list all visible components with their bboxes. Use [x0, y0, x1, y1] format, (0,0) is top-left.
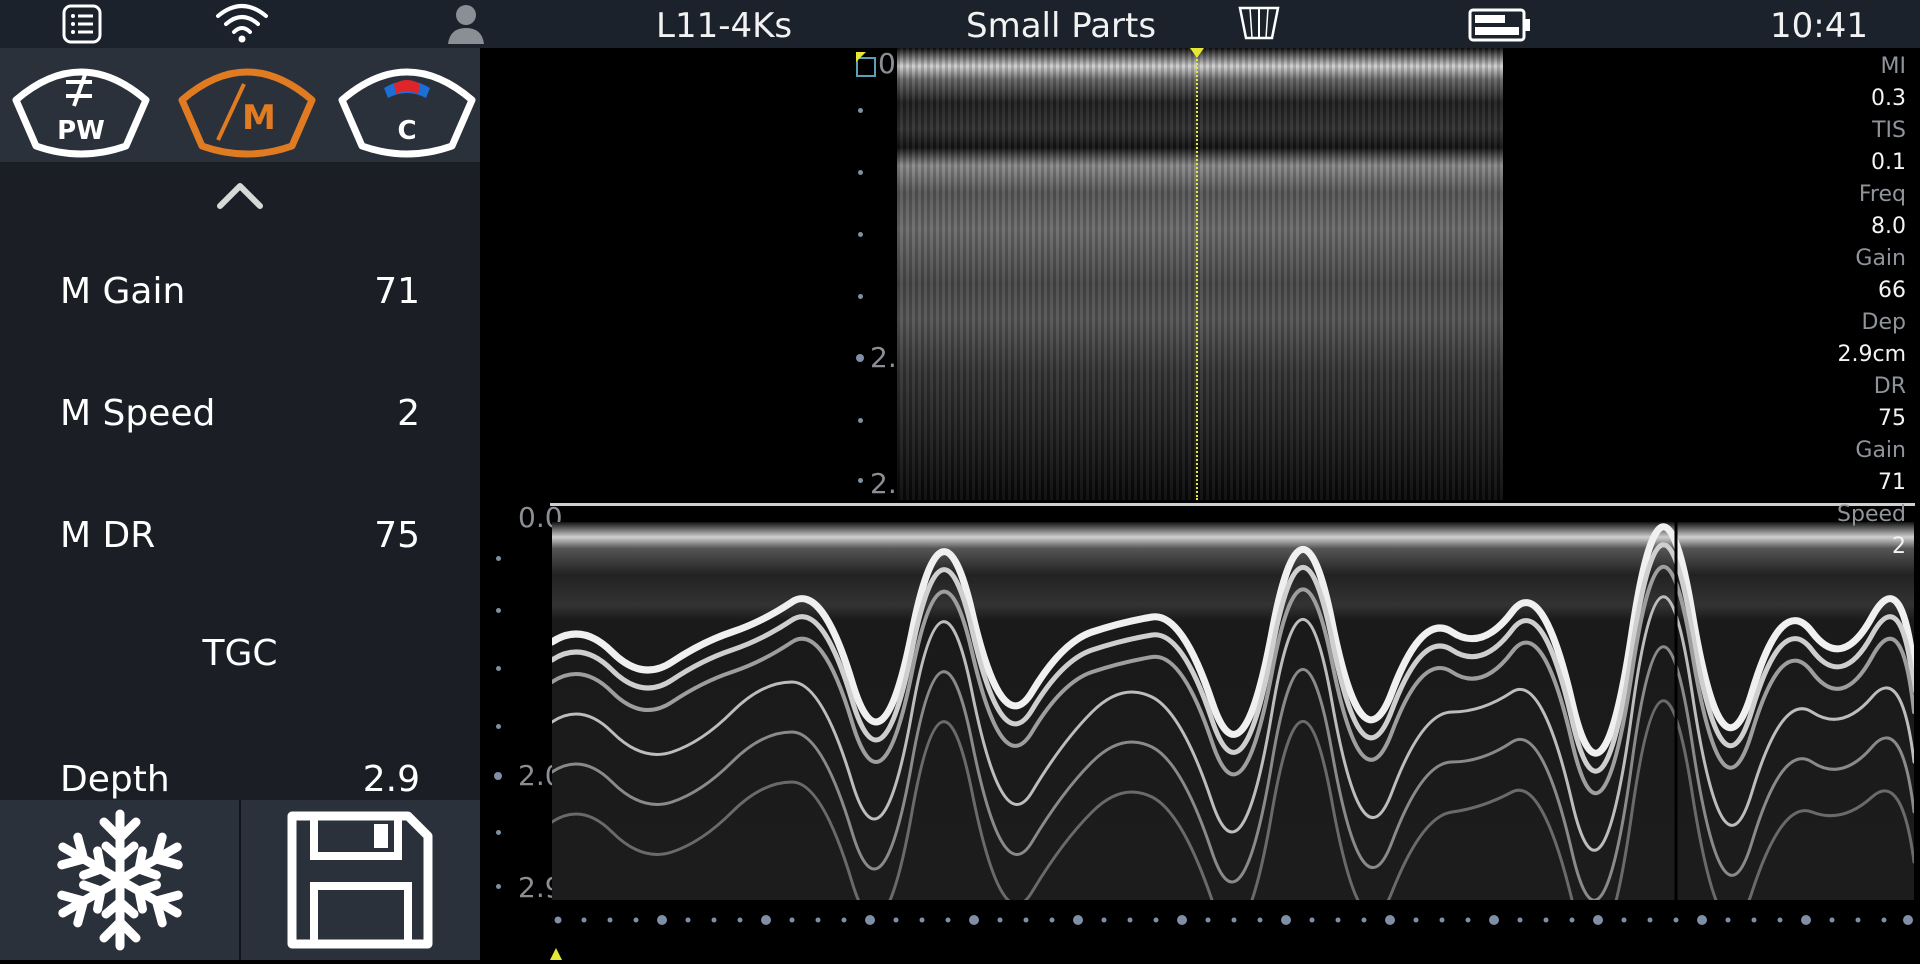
time-scale	[554, 915, 1913, 925]
mmode-scale-dot	[496, 724, 501, 729]
bmode-scale-dot	[858, 294, 863, 299]
status-bar: L11-4Ks Small Parts 10:41	[0, 0, 1920, 48]
action-divider	[239, 800, 241, 960]
freeze-button[interactable]	[0, 800, 238, 960]
tgc-label: TGC	[202, 633, 278, 674]
sweep-position-marker-icon	[550, 948, 562, 960]
mmode-trace[interactable]	[552, 522, 1914, 900]
readout-value: 71	[1878, 470, 1906, 495]
tgc-button[interactable]: TGC	[0, 612, 480, 692]
readout-value: 75	[1878, 406, 1906, 431]
bmode-mmode-divider	[550, 503, 1915, 506]
bmode-scale-dot	[858, 478, 863, 483]
param-value: 2.9	[362, 759, 420, 800]
param-label: Depth	[60, 759, 170, 800]
floppy-disk-icon	[287, 811, 433, 949]
parameter-panel: M Gain 71 M Speed 2 M DR 75 TGC Depth 2.…	[0, 162, 480, 800]
mmode-scale-dot	[494, 772, 502, 780]
chevron-up-icon	[217, 183, 263, 209]
param-m-gain[interactable]: M Gain 71	[0, 250, 480, 330]
battery-icon	[1468, 8, 1532, 46]
param-m-speed[interactable]: M Speed 2	[0, 372, 480, 452]
clock: 10:41	[1770, 6, 1868, 46]
user-icon[interactable]	[446, 2, 486, 48]
mmode-scale-dot	[496, 608, 501, 613]
param-value: 75	[374, 515, 420, 556]
menu-list-icon[interactable]	[62, 4, 102, 48]
readout-value: 2	[1892, 534, 1906, 559]
mmode-scale-dot	[496, 830, 501, 835]
readout-label: TIS	[1872, 118, 1906, 143]
snowflake-icon	[0, 809, 238, 960]
readout-value: 0.3	[1871, 86, 1906, 111]
param-value: 2	[397, 393, 420, 434]
readout-label: Speed	[1837, 502, 1906, 527]
mode-m-button[interactable]: M	[172, 54, 322, 158]
bmode-scale-dot	[858, 170, 863, 175]
bmode-image[interactable]	[897, 48, 1503, 500]
readout-value: 66	[1878, 278, 1906, 303]
bmode-scale-dot	[858, 108, 863, 113]
readout-value: 0.1	[1871, 150, 1906, 175]
bmode-scale-dot	[856, 354, 864, 362]
collapse-button[interactable]	[210, 176, 270, 216]
action-bar	[0, 800, 480, 960]
mode-m-label: M	[242, 98, 276, 138]
bmode-scale-dot	[858, 418, 863, 423]
readout-value: 2.9cm	[1837, 342, 1906, 367]
mode-selector-bar: PW M C	[0, 48, 480, 162]
param-label: M Gain	[60, 271, 186, 312]
readout-label: Dep	[1861, 310, 1906, 335]
m-line-marker-icon	[1190, 48, 1204, 58]
mode-pw-label: PW	[57, 116, 105, 146]
mode-c-label: C	[397, 116, 417, 146]
param-depth[interactable]: Depth 2.9	[0, 738, 480, 800]
readout-value: 8.0	[1871, 214, 1906, 239]
param-m-dr[interactable]: M DR 75	[0, 494, 480, 574]
probe-linear-icon	[1234, 4, 1284, 46]
param-label: M Speed	[60, 393, 216, 434]
save-button[interactable]	[242, 800, 480, 960]
mmode-scale-dot	[496, 556, 501, 561]
readout-label: Gain	[1855, 438, 1906, 463]
m-line-cursor[interactable]	[1196, 48, 1198, 500]
probe-name[interactable]: L11-4Ks	[656, 6, 792, 46]
mode-pw-button[interactable]: PW	[6, 54, 156, 158]
mmode-scale-dot	[496, 666, 501, 671]
mmode-scale-dot	[496, 884, 501, 889]
acquisition-readout: MI 0.3 TIS 0.1 Freq 8.0 Gain 66 Dep 2.9c…	[1746, 52, 1906, 564]
mode-c-button[interactable]: C	[332, 54, 482, 158]
param-value: 71	[374, 271, 420, 312]
readout-label: DR	[1873, 374, 1906, 399]
readout-label: MI	[1880, 54, 1906, 79]
readout-label: Freq	[1858, 182, 1906, 207]
preset-name[interactable]: Small Parts	[966, 6, 1156, 46]
imaging-area[interactable]: 0.0 2.0 2.9 0.0 2.0 2.9	[480, 48, 1920, 960]
param-label: M DR	[60, 515, 156, 556]
readout-label: Gain	[1855, 246, 1906, 271]
bmode-scale-dot	[858, 232, 863, 237]
scale-top-marker	[856, 52, 878, 78]
wifi-icon	[214, 2, 270, 48]
